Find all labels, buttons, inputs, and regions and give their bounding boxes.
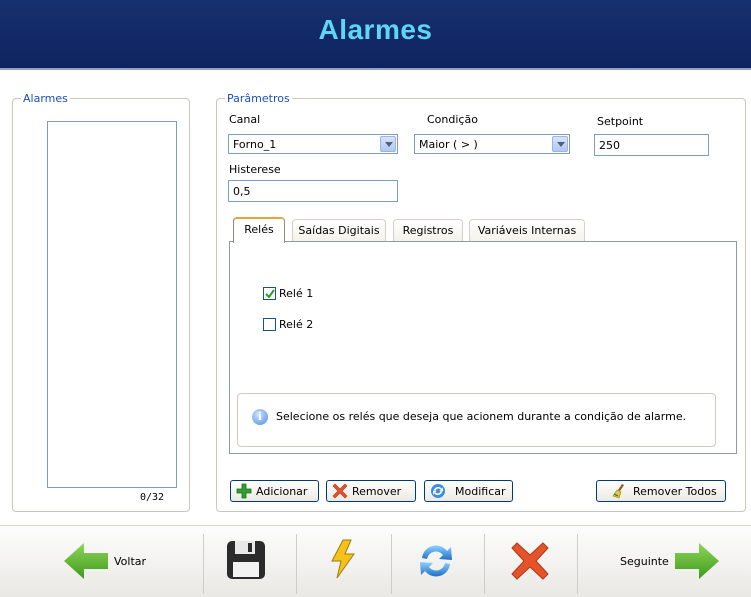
histerese-label: Histerese bbox=[229, 163, 281, 176]
tab-saidas-digitais[interactable]: Saídas Digitais bbox=[292, 219, 386, 241]
voltar-button[interactable]: Voltar bbox=[0, 526, 203, 597]
alarm-counter: 0/32 bbox=[140, 492, 165, 503]
canal-label: Canal bbox=[229, 113, 261, 126]
save-button[interactable] bbox=[204, 526, 296, 597]
refresh-button[interactable] bbox=[392, 526, 484, 597]
rele-1-checkbox[interactable] bbox=[263, 287, 276, 300]
lightning-icon bbox=[331, 539, 355, 579]
adicionar-button[interactable]: Adicionar bbox=[230, 480, 319, 502]
close-icon bbox=[332, 483, 348, 499]
setpoint-value: 250 bbox=[599, 139, 620, 152]
tab-variaveis-internas[interactable]: Variáveis Internas bbox=[469, 219, 585, 241]
header-bar: Alarmes bbox=[0, 0, 751, 70]
arrow-left-icon bbox=[64, 543, 108, 579]
rele-2-label: Relé 2 bbox=[279, 318, 314, 331]
broom-icon bbox=[612, 484, 624, 499]
alarm-list[interactable] bbox=[47, 121, 177, 488]
condicao-select[interactable]: Maior ( > ) bbox=[414, 134, 570, 154]
condicao-value: Maior ( > ) bbox=[419, 138, 478, 151]
histerese-input[interactable]: 0,5 bbox=[228, 180, 398, 202]
info-icon bbox=[252, 409, 268, 425]
close-icon bbox=[511, 542, 549, 580]
checkmark-icon bbox=[265, 289, 275, 299]
page-title: Alarmes bbox=[318, 14, 433, 45]
lightning-button[interactable] bbox=[297, 526, 391, 597]
chevron-down-icon[interactable] bbox=[552, 136, 568, 152]
save-icon bbox=[227, 541, 265, 579]
plus-icon bbox=[236, 483, 252, 499]
modificar-button[interactable]: Modificar bbox=[424, 480, 513, 502]
setpoint-label: Setpoint bbox=[597, 115, 644, 128]
refresh-icon bbox=[420, 545, 452, 577]
refresh-icon bbox=[431, 484, 445, 498]
canal-value: Forno_1 bbox=[233, 138, 277, 151]
parametros-legend: Parâmetros bbox=[227, 92, 290, 105]
modificar-label: Modificar bbox=[455, 485, 506, 498]
arrow-right-icon bbox=[675, 543, 719, 579]
canal-select[interactable]: Forno_1 bbox=[228, 134, 398, 154]
tab-registros[interactable]: Registros bbox=[393, 219, 463, 241]
cancel-button[interactable] bbox=[485, 526, 577, 597]
alarmes-legend: Alarmes bbox=[23, 92, 68, 105]
seguinte-label: Seguinte bbox=[620, 555, 669, 568]
voltar-label: Voltar bbox=[114, 555, 147, 568]
seguinte-button[interactable]: Seguinte bbox=[578, 526, 751, 597]
tab-reles[interactable]: Relés bbox=[233, 217, 285, 243]
remover-todos-button[interactable]: Remover Todos bbox=[596, 480, 726, 502]
adicionar-label: Adicionar bbox=[256, 485, 308, 498]
remover-button[interactable]: Remover bbox=[326, 480, 416, 502]
setpoint-input[interactable]: 250 bbox=[594, 134, 709, 156]
remover-todos-label: Remover Todos bbox=[633, 485, 717, 498]
info-text: Selecione os relés que deseja que acione… bbox=[276, 410, 687, 423]
rele-1-label: Relé 1 bbox=[279, 287, 314, 300]
rele-2-checkbox[interactable] bbox=[263, 318, 276, 331]
histerese-value: 0,5 bbox=[233, 185, 251, 198]
chevron-down-icon[interactable] bbox=[380, 136, 396, 152]
remover-label: Remover bbox=[352, 485, 402, 498]
footer-toolbar: Voltar Seguinte bbox=[0, 525, 751, 597]
condicao-label: Condição bbox=[427, 113, 478, 126]
info-box: Selecione os relés que deseja que acione… bbox=[237, 393, 716, 447]
